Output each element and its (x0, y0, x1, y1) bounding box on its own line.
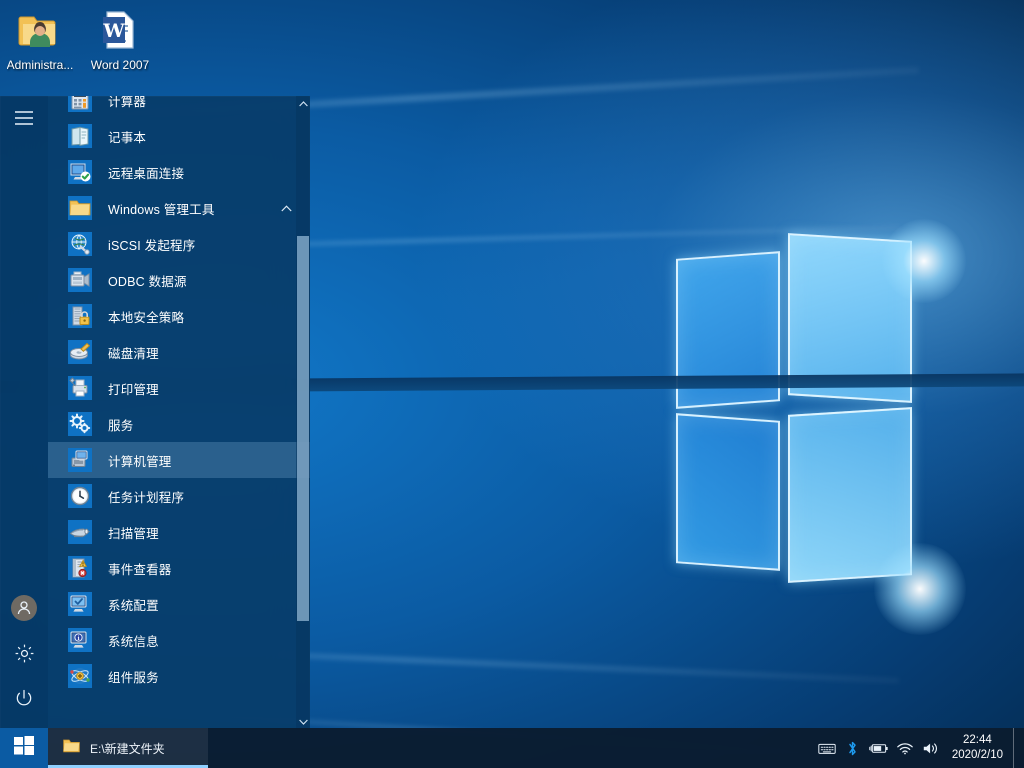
windows-logo-icon (14, 735, 34, 761)
start-menu-app-row[interactable]: 任务计划程序 (48, 478, 310, 514)
start-menu-app-row[interactable]: 事件查看器 (48, 550, 310, 586)
security-policy-icon (68, 304, 92, 328)
calculator-icon (68, 96, 92, 112)
start-menu-app-label: 记事本 (108, 130, 147, 145)
clock-time: 22:44 (963, 734, 992, 746)
start-menu-app-label: 扫描管理 (108, 526, 159, 541)
show-desktop-button[interactable] (1013, 728, 1020, 768)
start-menu[interactable]: 计算器 记事本 远程桌面连接 Windows 管理工具 iSCSI 发起程序 O… (0, 96, 310, 730)
speaker-icon[interactable] (918, 728, 944, 768)
component-services-icon (68, 664, 92, 688)
start-menu-app-label: 系统信息 (108, 634, 159, 649)
start-menu-rail (0, 96, 48, 730)
hamburger-menu-icon (15, 110, 33, 130)
start-menu-app-label: 事件查看器 (108, 562, 172, 577)
start-menu-app-label: 系统配置 (108, 598, 159, 613)
user-folder-icon (16, 6, 64, 54)
start-menu-app-row[interactable]: 组件服务 (48, 658, 310, 694)
iscsi-icon (68, 232, 92, 256)
start-menu-app-row[interactable]: 服务 (48, 406, 310, 442)
remote-desktop-icon (68, 160, 92, 184)
desktop-icon-grid: Administra... W Word 2007 (0, 0, 160, 72)
logo-glow (874, 543, 966, 635)
chevron-up-icon[interactable] (296, 96, 310, 112)
chevron-up-icon[interactable] (281, 199, 292, 217)
start-menu-app-label: ODBC 数据源 (108, 274, 187, 289)
settings-button[interactable] (0, 632, 48, 680)
gear-icon (14, 643, 35, 669)
logo-pane-bottom-left (676, 413, 780, 571)
notepad-icon (68, 124, 92, 148)
desktop-icon-word-2007[interactable]: W Word 2007 (80, 0, 160, 72)
desktop-icon-label: Administra... (6, 58, 74, 72)
start-button[interactable] (0, 728, 48, 768)
folder-icon (68, 196, 92, 220)
word-document-icon: W (96, 6, 144, 54)
desktop[interactable]: Administra... W Word 2007 计算器 记事本 远程桌面连接… (0, 0, 1024, 768)
start-menu-app-row[interactable]: 扫描管理 (48, 514, 310, 550)
start-menu-app-label: 打印管理 (108, 382, 159, 397)
power-icon (14, 688, 34, 713)
start-menu-app-row[interactable]: 磁盘清理 (48, 334, 310, 370)
start-menu-group-row[interactable]: Windows 管理工具 (48, 190, 310, 226)
wifi-icon[interactable] (892, 728, 918, 768)
start-menu-app-label: 磁盘清理 (108, 346, 159, 361)
start-menu-app-row[interactable]: iSCSI 发起程序 (48, 226, 310, 262)
svg-text:W: W (102, 20, 125, 42)
task-scheduler-clock-icon (68, 484, 92, 508)
system-tray: 22:44 2020/2/10 (814, 728, 1024, 768)
odbc-icon (68, 268, 92, 292)
start-menu-app-label: 计算机管理 (108, 454, 172, 469)
start-menu-app-row[interactable]: ODBC 数据源 (48, 262, 310, 298)
start-menu-app-label: 远程桌面连接 (108, 166, 185, 181)
folder-icon (62, 736, 81, 760)
start-menu-app-label: 任务计划程序 (108, 490, 185, 505)
start-menu-app-label: 计算器 (108, 96, 147, 109)
start-menu-app-label: iSCSI 发起程序 (108, 238, 196, 253)
start-menu-app-label: Windows 管理工具 (108, 202, 215, 217)
start-menu-app-row[interactable]: i 系统信息 (48, 622, 310, 658)
start-menu-app-label: 本地安全策略 (108, 310, 185, 325)
print-management-icon (68, 376, 92, 400)
keyboard-icon[interactable] (814, 728, 840, 768)
start-menu-app-row[interactable]: 系统配置 (48, 586, 310, 622)
scan-management-icon (68, 520, 92, 544)
computer-management-icon (68, 448, 92, 472)
desktop-icon-administrator[interactable]: Administra... (0, 0, 80, 72)
logo-glow (882, 219, 966, 303)
user-account-button[interactable] (0, 584, 48, 632)
start-menu-app-row[interactable]: 记事本 (48, 118, 310, 154)
start-menu-app-row[interactable]: 远程桌面连接 (48, 154, 310, 190)
start-menu-app-list[interactable]: 计算器 记事本 远程桌面连接 Windows 管理工具 iSCSI 发起程序 O… (48, 96, 310, 730)
desktop-icon-label: Word 2007 (90, 58, 150, 72)
user-account-icon (11, 595, 37, 621)
start-menu-app-label: 组件服务 (108, 670, 159, 685)
bluetooth-icon[interactable] (840, 728, 866, 768)
taskbar[interactable]: E:\新建文件夹 22:44 2020/2/10 (0, 728, 1024, 768)
power-button[interactable] (0, 676, 48, 724)
taskbar-task-explorer[interactable]: E:\新建文件夹 (48, 728, 208, 768)
start-menu-scrollbar[interactable] (296, 96, 310, 730)
event-viewer-icon (68, 556, 92, 580)
taskbar-task-label: E:\新建文件夹 (90, 741, 165, 756)
start-menu-app-row[interactable]: 打印管理 (48, 370, 310, 406)
hamburger-menu-button[interactable] (0, 96, 48, 144)
start-menu-app-row[interactable]: 本地安全策略 (48, 298, 310, 334)
disk-cleanup-icon (68, 340, 92, 364)
system-configuration-icon (68, 592, 92, 616)
services-gears-icon (68, 412, 92, 436)
system-information-icon: i (68, 628, 92, 652)
scrollbar-thumb[interactable] (297, 236, 309, 621)
start-menu-app-row[interactable]: 计算器 (48, 96, 310, 118)
start-menu-app-label: 服务 (108, 418, 134, 433)
svg-text:i: i (77, 636, 79, 642)
windows-hero-logo (0, 219, 1024, 655)
start-menu-app-row[interactable]: 计算机管理 (48, 442, 310, 478)
taskbar-clock[interactable]: 22:44 2020/2/10 (944, 728, 1013, 768)
clock-date: 2020/2/10 (951, 749, 1003, 761)
battery-charging-icon[interactable] (866, 728, 892, 768)
